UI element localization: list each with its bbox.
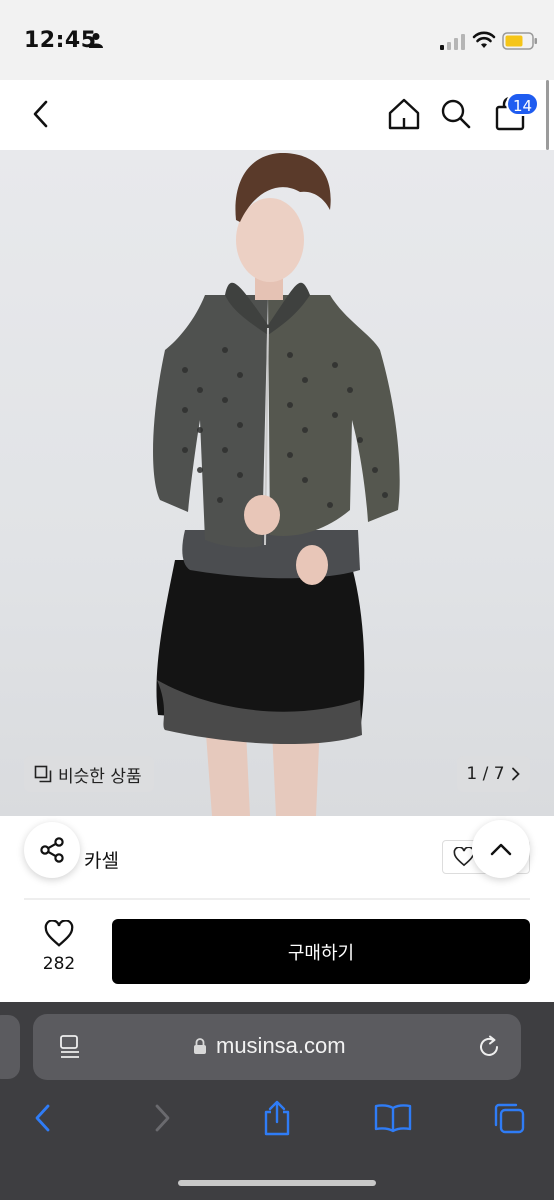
person-icon bbox=[89, 33, 103, 48]
previous-tab-preview[interactable] bbox=[0, 1015, 20, 1079]
status-time: 12:45 bbox=[24, 28, 97, 53]
home-button[interactable] bbox=[384, 94, 424, 134]
home-indicator bbox=[178, 1180, 376, 1186]
reload-icon[interactable] bbox=[476, 1034, 502, 1060]
browser-share-button[interactable] bbox=[255, 1096, 299, 1140]
scroll-top-button[interactable] bbox=[472, 820, 530, 878]
page-menu-icon[interactable] bbox=[58, 1034, 82, 1060]
similar-products-button[interactable]: 비슷한 상품 bbox=[24, 756, 154, 792]
lock-icon bbox=[194, 1038, 206, 1054]
brand-name[interactable]: 카셀 bbox=[84, 846, 119, 873]
wifi-icon bbox=[472, 31, 496, 48]
chevron-left-icon bbox=[33, 100, 48, 128]
cellular-signal-icon bbox=[440, 34, 465, 50]
product-image[interactable] bbox=[0, 150, 554, 816]
book-icon bbox=[374, 1104, 412, 1133]
heart-icon bbox=[44, 919, 74, 947]
back-button[interactable] bbox=[22, 94, 62, 134]
tabs-icon bbox=[494, 1103, 525, 1134]
copy-icon bbox=[34, 765, 52, 783]
browser-bookmarks-button[interactable] bbox=[371, 1096, 415, 1140]
browser-tabs-button[interactable] bbox=[487, 1096, 531, 1140]
image-counter: 1 / 7 bbox=[466, 764, 505, 784]
chevron-right-icon bbox=[511, 767, 520, 781]
buy-button[interactable]: 구매하기 bbox=[112, 919, 530, 984]
share-upload-icon bbox=[264, 1100, 290, 1136]
search-button[interactable] bbox=[436, 94, 476, 134]
chevron-right-icon bbox=[155, 1104, 170, 1132]
app-header bbox=[0, 80, 554, 150]
home-icon bbox=[388, 98, 420, 130]
chevron-left-icon bbox=[35, 1104, 50, 1132]
share-button[interactable] bbox=[24, 822, 80, 878]
battery-icon bbox=[502, 32, 537, 50]
image-counter-button[interactable]: 1 / 7 bbox=[457, 756, 530, 792]
product-photo bbox=[153, 152, 400, 816]
cart-count-badge: 14 bbox=[506, 92, 540, 116]
url-text[interactable]: musinsa.com bbox=[216, 1033, 346, 1059]
like-count: 282 bbox=[42, 954, 76, 974]
browser-back-button[interactable] bbox=[21, 1096, 65, 1140]
share-icon bbox=[40, 837, 64, 863]
like-button[interactable]: 282 bbox=[30, 919, 88, 980]
status-bar: 12:45 bbox=[0, 0, 554, 80]
chevron-up-icon bbox=[490, 843, 512, 856]
search-icon bbox=[441, 99, 471, 129]
divider bbox=[24, 898, 530, 900]
scroll-indicator bbox=[546, 80, 549, 150]
similar-products-label: 비슷한 상품 bbox=[58, 766, 142, 787]
browser-forward-button[interactable] bbox=[140, 1096, 184, 1140]
